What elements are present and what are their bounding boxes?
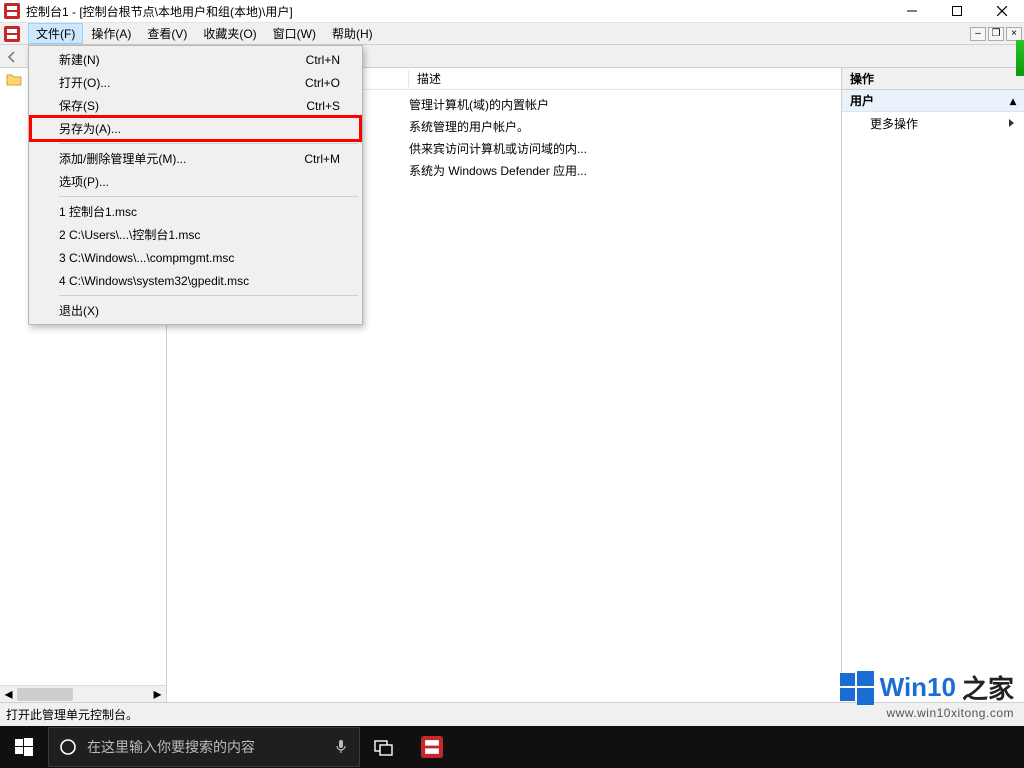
menu-item-exit[interactable]: 退出(X) bbox=[31, 299, 360, 322]
menu-item-open[interactable]: 打开(O)... Ctrl+O bbox=[31, 71, 360, 94]
menu-window[interactable]: 窗口(W) bbox=[265, 23, 324, 44]
mdi-close-button[interactable]: × bbox=[1006, 27, 1022, 41]
actions-category-label: 用户 bbox=[850, 92, 874, 109]
windows-start-icon bbox=[15, 738, 33, 756]
file-dropdown-menu: 新建(N) Ctrl+N 打开(O)... Ctrl+O 保存(S) Ctrl+… bbox=[28, 45, 363, 325]
menubar: 文件(F) 操作(A) 查看(V) 收藏夹(O) 窗口(W) 帮助(H) – ❐… bbox=[0, 23, 1024, 45]
search-placeholder: 在这里输入你要搜索的内容 bbox=[87, 737, 255, 757]
description-column-values: 管理计算机(域)的内置帐户 系统管理的用户帐户。 供来宾访问计算机或访问域的内.… bbox=[409, 94, 587, 182]
task-view-button[interactable] bbox=[360, 726, 408, 768]
menu-separator bbox=[59, 143, 358, 144]
menu-item-label: 另存为(A)... bbox=[59, 120, 360, 137]
mmc-doc-icon bbox=[4, 26, 20, 42]
task-view-icon bbox=[373, 736, 395, 758]
window-titlebar: 控制台1 - [控制台根节点\本地用户和组(本地)\用户] bbox=[0, 0, 1024, 23]
menu-item-label: 退出(X) bbox=[59, 302, 360, 319]
menu-item-label: 1 控制台1.msc bbox=[59, 203, 360, 220]
menu-view[interactable]: 查看(V) bbox=[139, 23, 195, 44]
back-icon[interactable] bbox=[4, 49, 20, 65]
scroll-right-arrow-icon[interactable]: ▸ bbox=[149, 686, 166, 703]
menu-help[interactable]: 帮助(H) bbox=[324, 23, 381, 44]
menu-item-recent-2[interactable]: 2 C:\Users\...\控制台1.msc bbox=[31, 223, 360, 246]
scroll-track[interactable] bbox=[17, 686, 149, 703]
start-button[interactable] bbox=[0, 726, 48, 768]
window-title: 控制台1 - [控制台根节点\本地用户和组(本地)\用户] bbox=[26, 3, 889, 20]
window-minimize-button[interactable] bbox=[889, 0, 934, 22]
window-controls bbox=[889, 0, 1024, 22]
cortana-circle-icon bbox=[59, 738, 77, 756]
column-description[interactable]: 描述 bbox=[409, 70, 841, 87]
mmc-app-icon bbox=[421, 736, 443, 758]
watermark-prefix: Win10 bbox=[880, 672, 956, 703]
menu-item-shortcut: Ctrl+O bbox=[305, 76, 340, 90]
mmc-app-icon bbox=[4, 3, 20, 19]
list-row-desc[interactable]: 系统管理的用户帐户。 bbox=[409, 116, 587, 138]
menu-action[interactable]: 操作(A) bbox=[83, 23, 139, 44]
taskbar-search-box[interactable]: 在这里输入你要搜索的内容 bbox=[48, 727, 360, 767]
window-close-button[interactable] bbox=[979, 0, 1024, 22]
taskbar-app-mmc[interactable] bbox=[408, 726, 456, 768]
menu-item-save-as[interactable]: 另存为(A)... bbox=[31, 117, 360, 140]
menu-item-shortcut: Ctrl+N bbox=[306, 53, 340, 67]
chevron-right-icon bbox=[1009, 119, 1014, 127]
list-row-desc[interactable]: 供来宾访问计算机或访问域的内... bbox=[409, 138, 587, 160]
taskbar: 在这里输入你要搜索的内容 bbox=[0, 726, 1024, 768]
list-row-desc[interactable]: 管理计算机(域)的内置帐户 bbox=[409, 94, 587, 116]
tree-horizontal-scrollbar[interactable]: ◂ ▸ bbox=[0, 685, 166, 702]
microphone-icon[interactable] bbox=[333, 739, 349, 755]
decorative-green-stripe bbox=[1016, 40, 1024, 76]
scroll-thumb[interactable] bbox=[17, 688, 73, 701]
menu-item-recent-4[interactable]: 4 C:\Windows\system32\gpedit.msc bbox=[31, 269, 360, 292]
menu-item-label: 选项(P)... bbox=[59, 173, 360, 190]
menu-item-options[interactable]: 选项(P)... bbox=[31, 170, 360, 193]
watermark-suffix: 之家 bbox=[962, 669, 1014, 706]
window-maximize-button[interactable] bbox=[934, 0, 979, 22]
actions-category[interactable]: 用户 ▴ bbox=[842, 90, 1024, 112]
actions-pane-header: 操作 bbox=[842, 68, 1024, 90]
watermark: Win10之家 www.win10xitong.com bbox=[840, 669, 1014, 720]
actions-more[interactable]: 更多操作 bbox=[842, 112, 1024, 134]
menu-item-shortcut: Ctrl+S bbox=[306, 99, 340, 113]
collapse-arrow-icon: ▴ bbox=[1010, 94, 1016, 108]
mdi-minimize-button[interactable]: – bbox=[970, 27, 986, 41]
status-text: 打开此管理单元控制台。 bbox=[6, 706, 138, 723]
tree-node-users[interactable] bbox=[6, 72, 26, 86]
menu-item-label: 3 C:\Windows\...\compmgmt.msc bbox=[59, 251, 360, 265]
menu-item-label: 4 C:\Windows\system32\gpedit.msc bbox=[59, 274, 360, 288]
scroll-left-arrow-icon[interactable]: ◂ bbox=[0, 686, 17, 703]
menu-item-add-remove-snapin[interactable]: 添加/删除管理单元(M)... Ctrl+M bbox=[31, 147, 360, 170]
mdi-restore-button[interactable]: ❐ bbox=[988, 27, 1004, 41]
list-row-desc[interactable]: 系统为 Windows Defender 应用... bbox=[409, 160, 587, 182]
menu-item-new[interactable]: 新建(N) Ctrl+N bbox=[31, 48, 360, 71]
actions-more-label: 更多操作 bbox=[870, 115, 918, 132]
menu-item-save[interactable]: 保存(S) Ctrl+S bbox=[31, 94, 360, 117]
menu-item-label: 2 C:\Users\...\控制台1.msc bbox=[59, 226, 360, 243]
watermark-brand: Win10之家 bbox=[840, 669, 1014, 706]
menu-favorites[interactable]: 收藏夹(O) bbox=[195, 23, 264, 44]
menu-item-recent-3[interactable]: 3 C:\Windows\...\compmgmt.msc bbox=[31, 246, 360, 269]
windows-logo-icon bbox=[840, 671, 874, 705]
menu-item-recent-1[interactable]: 1 控制台1.msc bbox=[31, 200, 360, 223]
menu-separator bbox=[59, 196, 358, 197]
folder-icon bbox=[6, 72, 22, 86]
actions-pane: 操作 用户 ▴ 更多操作 bbox=[841, 68, 1024, 702]
menu-item-shortcut: Ctrl+M bbox=[304, 152, 340, 166]
watermark-url: www.win10xitong.com bbox=[840, 706, 1014, 720]
menu-separator bbox=[59, 295, 358, 296]
taskbar-apps bbox=[360, 726, 456, 768]
menu-file[interactable]: 文件(F) bbox=[28, 23, 83, 44]
